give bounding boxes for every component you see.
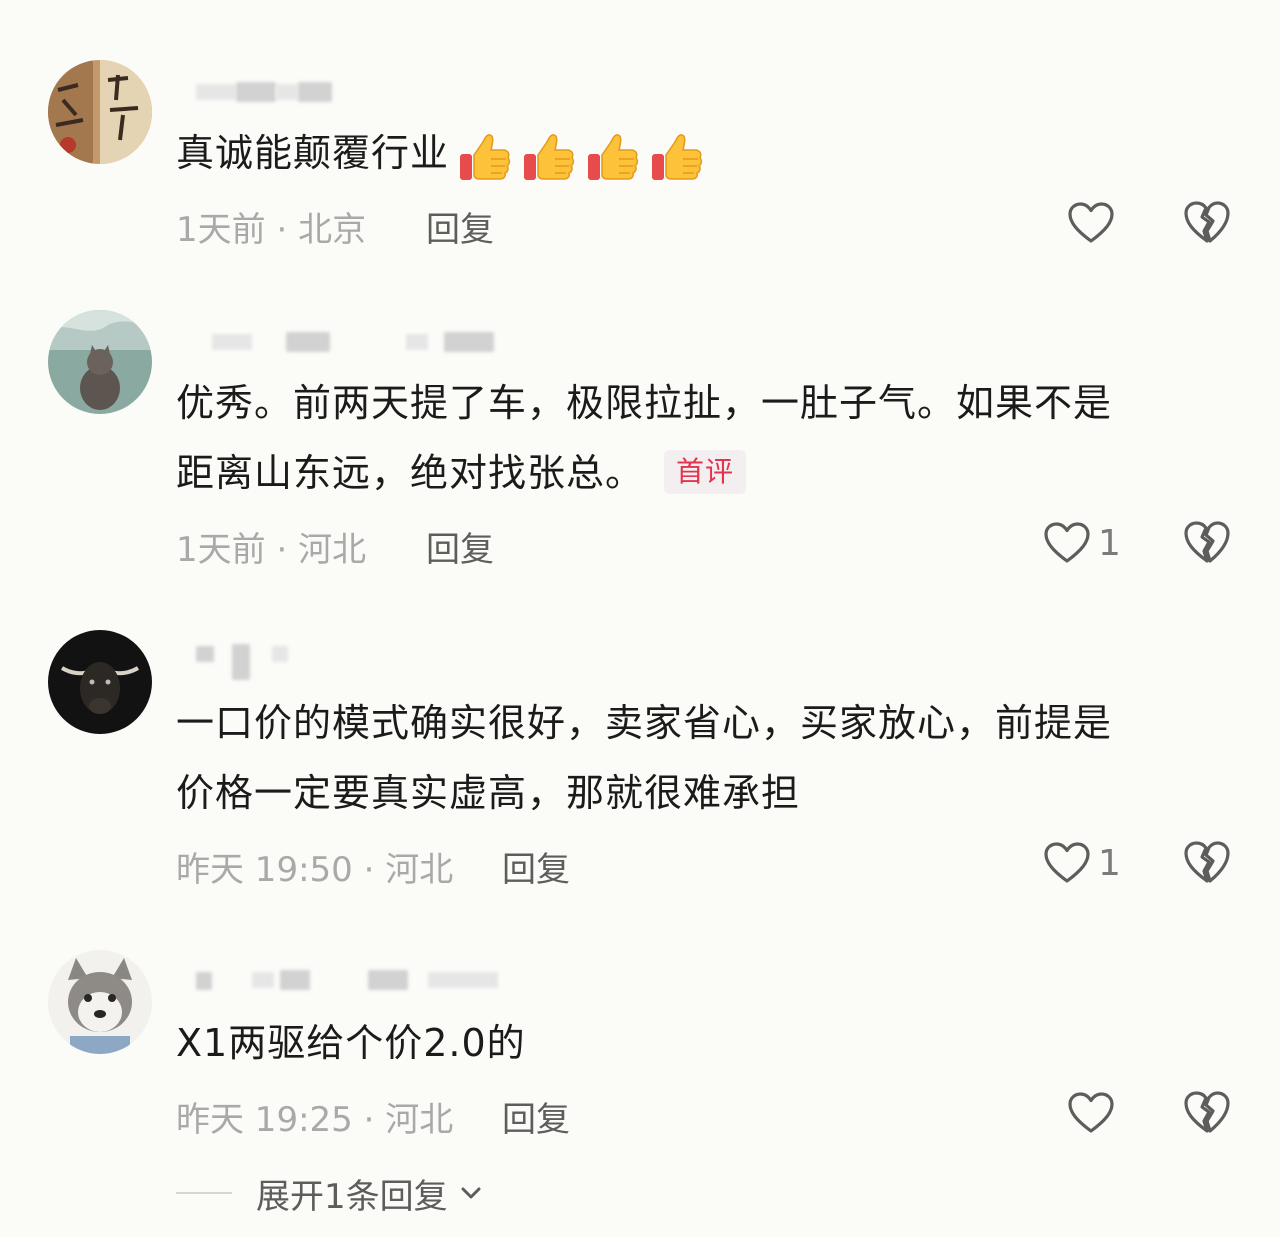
comment-text-line-content: 距离山东远，绝对找张总。 bbox=[176, 451, 645, 495]
meta-separator: · bbox=[265, 210, 299, 250]
username-redacted[interactable] bbox=[176, 640, 596, 680]
comment-location: 北京 bbox=[298, 210, 367, 250]
comment-time: 昨天 19:50 bbox=[176, 850, 353, 890]
thumbs-up-icon bbox=[585, 130, 641, 186]
comment-time: 昨天 19:25 bbox=[176, 1100, 353, 1140]
reply-button[interactable]: 回复 bbox=[502, 1092, 570, 1141]
like-count: 1 bbox=[1098, 522, 1121, 564]
comment-text-line-2: 距离山东远，绝对找张总。 首评 bbox=[176, 438, 1216, 508]
comment-text-line: 优秀。前两天提了车，极限拉扯，一肚子气。如果不是 bbox=[176, 381, 1113, 425]
comment-meta: 1天前 · 河北 bbox=[176, 522, 366, 571]
chevron-down-icon bbox=[461, 1187, 481, 1199]
first-comment-badge: 首评 bbox=[664, 449, 747, 494]
broken-heart-icon bbox=[1184, 840, 1230, 884]
dislike-button[interactable] bbox=[1184, 840, 1230, 884]
comment-time: 1天前 bbox=[176, 530, 266, 570]
username-redacted[interactable] bbox=[176, 966, 596, 996]
comment-location: 河北 bbox=[385, 850, 454, 890]
thumbs-up-icon bbox=[521, 130, 577, 186]
username-redacted[interactable] bbox=[176, 328, 596, 358]
like-count: 1 bbox=[1098, 842, 1121, 884]
cat-avatar-image bbox=[48, 310, 152, 414]
like-button[interactable] bbox=[1068, 1088, 1122, 1138]
calligraphy-avatar-image bbox=[48, 60, 152, 164]
avatar[interactable] bbox=[48, 310, 152, 414]
thumbs-up-icon bbox=[457, 130, 513, 186]
emoji-group bbox=[457, 121, 713, 191]
heart-icon bbox=[1044, 522, 1090, 564]
like-button[interactable]: 1 bbox=[1044, 518, 1121, 568]
avatar[interactable] bbox=[48, 950, 152, 1054]
heart-icon bbox=[1044, 842, 1090, 884]
thumbs-up-icon bbox=[649, 130, 705, 186]
heart-icon bbox=[1068, 202, 1114, 244]
comment-time: 1天前 bbox=[176, 210, 266, 250]
heart-icon bbox=[1068, 1092, 1114, 1134]
comment-text-line: 一口价的模式确实很好，卖家省心，买家放心，前提是 bbox=[176, 701, 1113, 745]
reply-button[interactable]: 回复 bbox=[426, 522, 494, 571]
bull-avatar-image bbox=[48, 630, 152, 734]
meta-separator: · bbox=[352, 1100, 386, 1140]
broken-heart-icon bbox=[1184, 520, 1230, 564]
meta-separator: · bbox=[265, 530, 299, 570]
comment-text: X1两驱给个价2.0的 bbox=[176, 1008, 1216, 1078]
comment-meta: 昨天 19:50 · 河北 bbox=[176, 842, 453, 891]
dislike-button[interactable] bbox=[1184, 1090, 1230, 1134]
username-redacted[interactable] bbox=[176, 78, 596, 108]
comment-text: 优秀。前两天提了车，极限拉扯，一肚子气。如果不是 距离山东远，绝对找张总。 首评 bbox=[176, 368, 1216, 508]
divider-line bbox=[176, 1192, 232, 1194]
reply-button[interactable]: 回复 bbox=[426, 202, 494, 251]
broken-heart-icon bbox=[1184, 200, 1230, 244]
dislike-button[interactable] bbox=[1184, 200, 1230, 244]
comment-text: 一口价的模式确实很好，卖家省心，买家放心，前提是 价格一定要真实虚高，那就很难承… bbox=[176, 688, 1216, 828]
husky-avatar-image bbox=[48, 950, 152, 1054]
meta-separator: · bbox=[352, 850, 386, 890]
comment-text-content: X1两驱给个价2.0的 bbox=[176, 1021, 526, 1065]
like-button[interactable] bbox=[1068, 198, 1122, 248]
dislike-button[interactable] bbox=[1184, 520, 1230, 564]
comment-text-line: 价格一定要真实虚高，那就很难承担 bbox=[176, 771, 801, 815]
avatar[interactable] bbox=[48, 630, 152, 734]
like-button[interactable]: 1 bbox=[1044, 838, 1121, 888]
broken-heart-icon bbox=[1184, 1090, 1230, 1134]
reply-button[interactable]: 回复 bbox=[502, 842, 570, 891]
expand-replies-button[interactable]: 展开1条回复 bbox=[176, 1168, 484, 1218]
comment-location: 河北 bbox=[298, 530, 367, 570]
comment-text-content: 真诚能颠覆行业 bbox=[176, 131, 450, 175]
comment-location: 河北 bbox=[385, 1100, 454, 1140]
expand-replies-label: 展开1条回复 bbox=[256, 1176, 448, 1217]
comment-text: 真诚能颠覆行业 bbox=[176, 118, 1216, 191]
avatar[interactable] bbox=[48, 60, 152, 164]
comment-meta: 昨天 19:25 · 河北 bbox=[176, 1092, 453, 1141]
comment-meta: 1天前 · 北京 bbox=[176, 202, 366, 251]
